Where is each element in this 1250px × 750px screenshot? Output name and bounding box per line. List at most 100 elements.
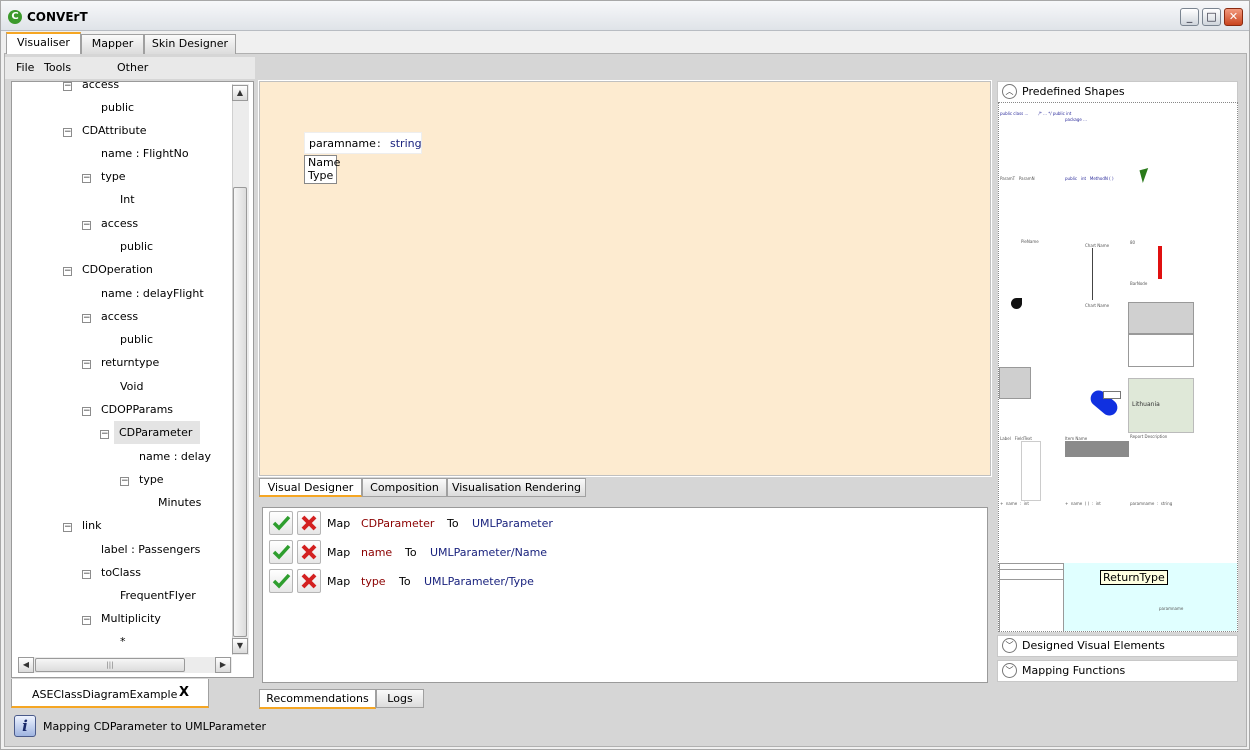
tree-node[interactable]: returntype <box>101 356 159 369</box>
shape-red-bar[interactable] <box>1158 246 1162 279</box>
tree-node[interactable]: label : Passengers <box>101 543 200 556</box>
parameter-fields-box[interactable]: Name Type <box>304 155 340 184</box>
shape-method[interactable]: public int MethodN ( ) <box>1065 176 1114 181</box>
tree-node[interactable]: name : delayFlight <box>101 287 204 300</box>
tree-node[interactable]: * <box>120 635 126 648</box>
shape-name-int[interactable]: + name : int <box>1000 501 1029 506</box>
tree-collapse-toggle-icon[interactable]: − <box>82 407 91 416</box>
shape-code-snippet-1[interactable]: public class ... /* ... */ public int <box>1000 111 1071 116</box>
tree-node[interactable]: public <box>120 333 153 346</box>
tree-node[interactable]: link <box>82 519 101 532</box>
document-tab[interactable]: ASEClassDiagramExample X <box>11 679 209 708</box>
tree-node[interactable]: access <box>101 310 138 323</box>
shape-bar-name[interactable]: BarNode <box>1130 281 1147 286</box>
shape-text-field[interactable] <box>1021 441 1041 501</box>
accept-button[interactable] <box>269 540 293 564</box>
shape-pie-slice[interactable] <box>1011 298 1022 309</box>
mapping-functions-header[interactable]: ﹀ Mapping Functions <box>997 660 1238 682</box>
tree-collapse-toggle-icon[interactable]: − <box>63 128 72 137</box>
shape-value-box[interactable] <box>1128 334 1194 367</box>
shape-chart-label[interactable]: Chart Name <box>1085 243 1109 248</box>
tree-collapse-toggle-icon[interactable]: − <box>100 430 109 439</box>
scroll-down-arrow-icon[interactable]: ▼ <box>232 638 248 654</box>
shape-paramname-string[interactable]: paramname : string <box>1130 501 1172 506</box>
shape-name-method[interactable]: + name ( ) : int <box>1065 501 1101 506</box>
tree-node[interactable]: CDAttribute <box>82 124 147 137</box>
menu-file[interactable]: File <box>16 61 34 74</box>
tree-node[interactable]: name : delay <box>139 450 211 463</box>
designed-visual-elements-header[interactable]: ﹀ Designed Visual Elements <box>997 635 1238 657</box>
tree-node[interactable]: CDOperation <box>82 263 153 276</box>
scroll-up-arrow-icon[interactable]: ▲ <box>232 85 248 101</box>
tree-collapse-toggle-icon[interactable]: − <box>82 360 91 369</box>
tab-composition[interactable]: Composition <box>362 478 447 497</box>
tab-visual-designer[interactable]: Visual Designer <box>259 478 362 497</box>
tab-visualisation-rendering[interactable]: Visualisation Rendering <box>447 478 586 497</box>
tree-node[interactable]: access <box>101 217 138 230</box>
shape-dark-bar[interactable] <box>1065 441 1129 457</box>
tree-collapse-toggle-icon[interactable]: − <box>63 267 72 276</box>
shape-report-label[interactable]: Report Description <box>1130 434 1167 439</box>
shape-class-divider-1 <box>999 569 1064 570</box>
tree-node[interactable]: toClass <box>101 566 141 579</box>
tree-collapse-toggle-icon[interactable]: − <box>63 82 72 91</box>
shape-paramname-small[interactable]: paramname <box>1159 606 1183 611</box>
tree-node[interactable]: FrequentFlyer <box>120 589 196 602</box>
title-bar[interactable]: C CONVErT _ □ ✕ <box>1 1 1249 31</box>
tree-node[interactable]: Void <box>120 380 143 393</box>
tab-visualiser[interactable]: Visualiser <box>6 32 81 54</box>
tree-vertical-scroll-thumb[interactable] <box>233 187 247 637</box>
rec-to: To <box>405 546 417 559</box>
accept-button[interactable] <box>269 511 293 535</box>
tree-collapse-toggle-icon[interactable]: − <box>82 221 91 230</box>
shape-grey-box[interactable] <box>999 367 1031 399</box>
shape-header-box[interactable] <box>1128 302 1194 334</box>
scroll-left-arrow-icon[interactable]: ◀ <box>18 657 34 673</box>
tree-collapse-toggle-icon[interactable]: − <box>82 174 91 183</box>
tree-node[interactable]: public <box>120 240 153 253</box>
tree-node[interactable]: access <box>82 78 119 91</box>
shape-chart-label-2[interactable]: Chart Name <box>1085 303 1109 308</box>
menu-other[interactable]: Other <box>117 61 148 74</box>
tree-node[interactable]: Int <box>120 193 135 206</box>
parameter-shape[interactable]: paramname : string <box>304 132 422 154</box>
maximize-button[interactable]: □ <box>1202 8 1221 26</box>
tab-recommendations[interactable]: Recommendations <box>259 689 376 709</box>
scroll-right-arrow-icon[interactable]: ▶ <box>215 657 231 673</box>
shape-green-arrow[interactable] <box>1139 168 1152 183</box>
close-window-button[interactable]: ✕ <box>1224 8 1243 26</box>
tree-node[interactable]: type <box>101 170 126 183</box>
tree-node[interactable]: CDParameter <box>119 426 192 439</box>
tab-logs[interactable]: Logs <box>376 689 424 708</box>
menu-tools[interactable]: Tools <box>44 61 71 74</box>
tree-collapse-toggle-icon[interactable]: − <box>63 523 72 532</box>
tab-mapper[interactable]: Mapper <box>81 34 144 54</box>
shape-pie-label[interactable]: PieName <box>1021 239 1039 244</box>
shape-marker-label[interactable] <box>1103 391 1121 399</box>
check-icon <box>272 573 291 589</box>
tree-node[interactable]: Minutes <box>158 496 201 509</box>
document-tab-close-button[interactable]: X <box>179 685 189 700</box>
tab-skin-designer[interactable]: Skin Designer <box>144 34 236 54</box>
tree-horizontal-scroll-thumb[interactable]: ||| <box>35 658 185 672</box>
shape-bar-label[interactable]: 80 <box>1130 240 1135 245</box>
tree-node[interactable]: name : FlightNo <box>101 147 189 160</box>
reject-button[interactable] <box>297 569 321 593</box>
predefined-shapes-header[interactable]: ︿ Predefined Shapes <box>997 81 1238 103</box>
tree-collapse-toggle-icon[interactable]: − <box>120 477 129 486</box>
shape-vertical-axis[interactable] <box>1092 248 1093 300</box>
accept-button[interactable] <box>269 569 293 593</box>
reject-button[interactable] <box>297 511 321 535</box>
tree-collapse-toggle-icon[interactable]: − <box>82 314 91 323</box>
tree-node[interactable]: Multiplicity <box>101 612 161 625</box>
tree-collapse-toggle-icon[interactable]: − <box>82 570 91 579</box>
shape-code-snippet-2[interactable]: package ... <box>1065 117 1087 122</box>
minimize-button[interactable]: _ <box>1180 8 1199 26</box>
tree-node[interactable]: type <box>139 473 164 486</box>
shape-param-list[interactable]: ParamT ParamN <box>1000 176 1035 181</box>
reject-button[interactable] <box>297 540 321 564</box>
shape-class-box[interactable] <box>999 563 1064 631</box>
tree-collapse-toggle-icon[interactable]: − <box>82 616 91 625</box>
tree-node[interactable]: public <box>101 101 134 114</box>
tree-node[interactable]: CDOPParams <box>101 403 173 416</box>
